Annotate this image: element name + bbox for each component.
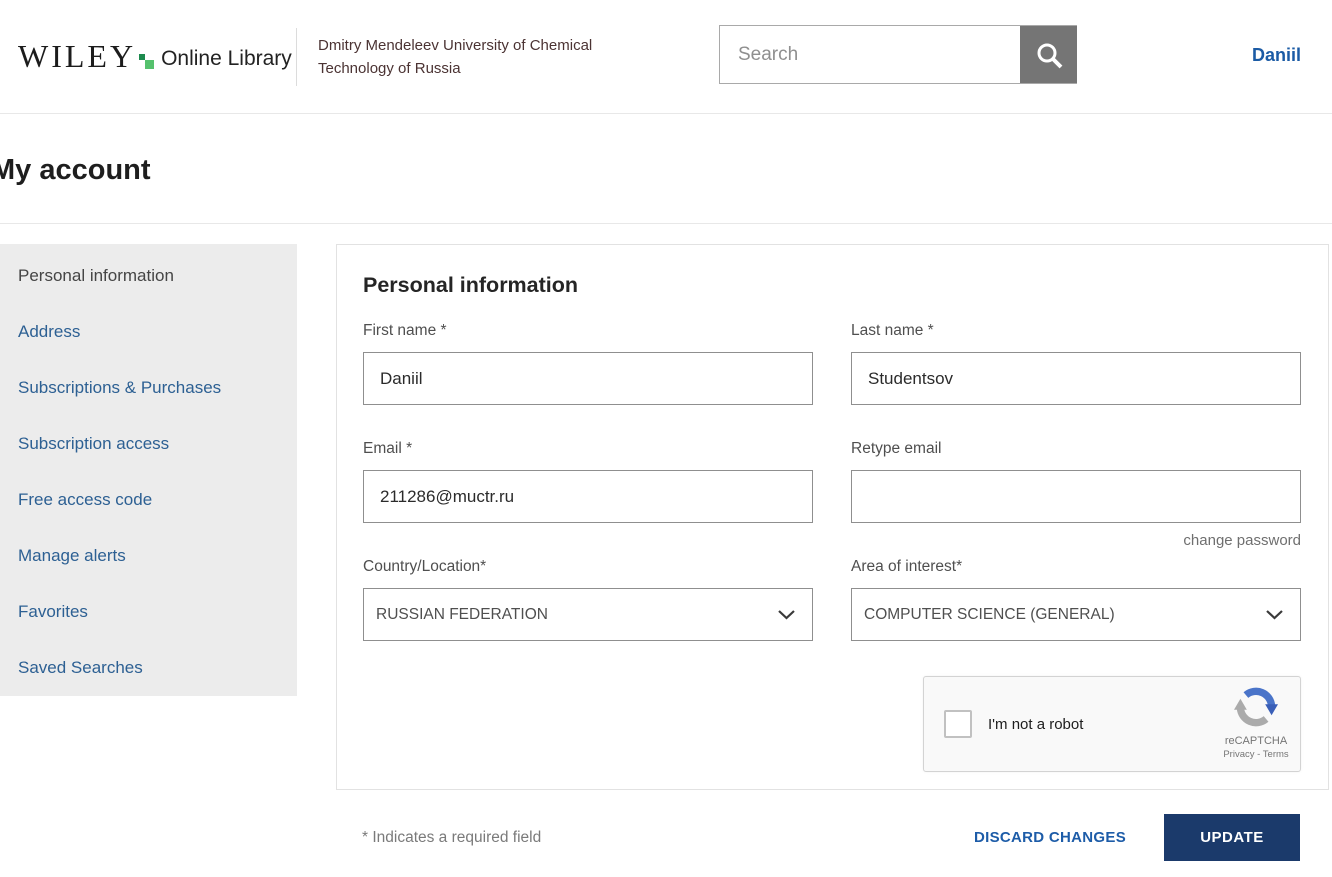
title-section: My account <box>0 114 1332 224</box>
interest-select-value: COMPUTER SCIENCE (GENERAL) <box>864 605 1115 623</box>
last-name-input[interactable] <box>851 352 1301 405</box>
sidebar-item-favorites[interactable]: Favorites <box>0 584 297 640</box>
online-library-label: Online Library <box>161 47 292 70</box>
country-field-group: Country/Location* RUSSIAN FEDERATION <box>363 558 813 641</box>
wiley-wordmark: WILEY <box>18 38 137 74</box>
user-account-link[interactable]: Daniil <box>1252 45 1301 66</box>
email-input[interactable] <box>363 470 813 523</box>
recaptcha-label: I'm not a robot <box>988 715 1084 733</box>
recaptcha-checkbox[interactable] <box>944 710 972 738</box>
first-name-field-group: First name * <box>363 322 813 405</box>
form-grid: First name * Last name * Email * Retype … <box>363 322 1301 772</box>
chevron-down-icon <box>778 609 795 620</box>
interest-field-group: Area of interest* COMPUTER SCIENCE (GENE… <box>851 558 1301 641</box>
recaptcha-brand: reCAPTCHA Privacy - Terms <box>1218 685 1294 760</box>
retype-email-field-group: Retype email change password <box>851 440 1301 549</box>
change-password-link[interactable]: change password <box>1183 532 1301 549</box>
recaptcha-privacy-link[interactable]: Privacy <box>1223 749 1254 760</box>
recaptcha-brand-name: reCAPTCHA <box>1224 735 1288 747</box>
sidebar-item-personal-information[interactable]: Personal information <box>0 248 297 304</box>
chevron-down-icon <box>1266 609 1283 620</box>
country-label: Country/Location* <box>363 558 487 575</box>
update-button[interactable]: UPDATE <box>1164 814 1300 861</box>
sidebar-item-address[interactable]: Address <box>0 304 297 360</box>
recaptcha-links-separator: - <box>1257 749 1261 760</box>
first-name-label: First name * <box>363 322 447 339</box>
recaptcha-widget: I'm not a robot reCAPTCHA Privacy - Term… <box>923 676 1301 772</box>
last-name-label: Last name * <box>851 322 934 339</box>
sidebar-item-saved-searches[interactable]: Saved Searches <box>0 640 297 696</box>
header: WILEY Online Library Dmitry Mendeleev Un… <box>0 0 1332 114</box>
sidebar-item-manage-alerts[interactable]: Manage alerts <box>0 528 297 584</box>
discard-changes-button[interactable]: DISCARD CHANGES <box>974 829 1126 846</box>
sidebar-item-free-access-code[interactable]: Free access code <box>0 472 297 528</box>
last-name-field-group: Last name * <box>851 322 1301 405</box>
interest-label: Area of interest* <box>851 558 963 575</box>
wiley-logo[interactable]: WILEY Online Library <box>18 40 292 72</box>
page-title: My account <box>0 154 151 186</box>
search-bar <box>719 25 1077 84</box>
sidebar-item-subscriptions-purchases[interactable]: Subscriptions & Purchases <box>0 360 297 416</box>
country-select[interactable]: RUSSIAN FEDERATION <box>363 588 813 641</box>
institution-name: Dmitry Mendeleev University of Chemical … <box>318 37 593 77</box>
form-actions: * Indicates a required field DISCARD CHA… <box>362 814 1300 861</box>
sidebar-item-subscription-access[interactable]: Subscription access <box>0 416 297 472</box>
email-label: Email * <box>363 440 413 457</box>
recaptcha-links: Privacy - Terms <box>1218 749 1294 760</box>
search-button[interactable] <box>1020 26 1077 83</box>
header-divider <box>296 28 297 86</box>
account-sidebar: Personal information Address Subscriptio… <box>0 244 297 696</box>
email-field-group: Email * <box>363 440 813 523</box>
card-heading: Personal information <box>363 273 579 297</box>
required-field-note: * Indicates a required field <box>362 828 542 846</box>
content: Personal information Address Subscriptio… <box>0 224 1332 875</box>
first-name-input[interactable] <box>363 352 813 405</box>
recaptcha-terms-link[interactable]: Terms <box>1263 749 1289 760</box>
wiley-logo-mark-icon <box>139 54 155 69</box>
country-select-value: RUSSIAN FEDERATION <box>376 605 548 623</box>
search-icon <box>1037 43 1062 68</box>
area-of-interest-select[interactable]: COMPUTER SCIENCE (GENERAL) <box>851 588 1301 641</box>
retype-email-label: Retype email <box>851 440 942 457</box>
personal-information-card: Personal information First name * Last n… <box>336 244 1329 790</box>
recaptcha-logo-icon <box>1234 687 1278 727</box>
retype-email-input[interactable] <box>851 470 1301 523</box>
